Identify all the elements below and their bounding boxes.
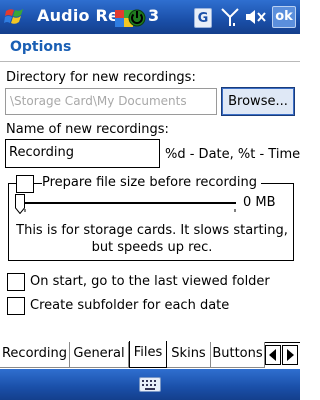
power-icon[interactable] [127,6,147,28]
format-hint: %d - Date, %t - Time [165,147,301,162]
page-header: Options [0,34,300,62]
last-folder-checkbox[interactable] [7,273,25,291]
triangle-right-icon [287,349,294,361]
keyboard-icon[interactable] [139,377,161,392]
directory-input[interactable]: \Storage Card\My Documents [5,88,217,115]
size-slider-track[interactable] [24,202,236,204]
subfolder-checkbox[interactable] [7,297,25,315]
prepare-size-label: Prepare file size before recording [42,175,261,190]
tab-strip: Recording General Files Skins Buttons [0,341,300,368]
subfolder-label: Create subfolder for each date [30,298,230,313]
tab-general[interactable]: General [70,342,129,368]
tab-files[interactable]: Files [129,341,167,368]
page-title: Options [10,39,72,55]
name-label: Name of new recordings: [6,122,169,137]
last-folder-label: On start, go to the last viewed folder [30,274,270,289]
browse-button[interactable]: Browse... [221,87,295,116]
tab-scroll-left-button[interactable] [265,345,281,365]
windows-flag-icon[interactable] [3,4,29,30]
size-slider-thumb[interactable] [15,194,25,214]
ok-button[interactable]: ok [272,6,296,28]
size-slider-ticks [24,209,236,212]
title-bar: Audio Rec 3 G ok [0,0,300,34]
tab-recording[interactable]: Recording [0,342,70,368]
tab-scroll-right-button[interactable] [282,345,298,365]
title-tail: 3 [148,6,160,25]
header-divider [0,61,300,62]
name-input[interactable]: Recording [5,139,160,168]
storage-note: This is for storage cards. It slows star… [16,223,288,255]
signal-icon[interactable] [219,6,241,28]
softkey-bar [0,369,300,400]
tab-buttons[interactable]: Buttons [211,342,265,368]
tab-skins[interactable]: Skins [167,342,211,368]
g-status-icon[interactable]: G [194,8,212,28]
volume-muted-icon[interactable] [244,6,268,28]
triangle-left-icon [269,349,276,361]
size-value: 0 MB [243,195,276,210]
prepare-size-checkbox[interactable] [16,175,34,193]
directory-label: Directory for new recordings: [6,70,196,85]
